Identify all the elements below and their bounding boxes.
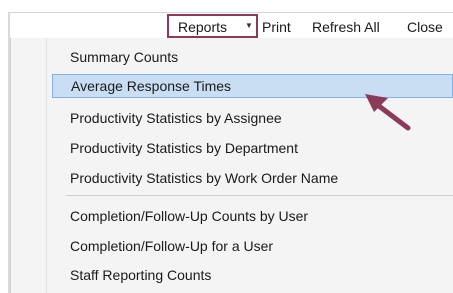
toolbar: Reports ▼ Print Refresh All Close xyxy=(10,12,453,39)
menu-separator xyxy=(66,195,453,196)
reports-label: Reports xyxy=(178,19,228,35)
menu-item-average-response-times[interactable]: Average Response Times xyxy=(52,74,453,98)
menu-item-productivity-by-work-order-name[interactable]: Productivity Statistics by Work Order Na… xyxy=(52,166,453,190)
dropdown-caret-icon: ▼ xyxy=(245,21,253,30)
menu-item-completion-for-a-user[interactable]: Completion/Follow-Up for a User xyxy=(52,234,453,258)
print-button[interactable]: Print xyxy=(262,17,291,37)
menu-item-staff-reporting-counts[interactable]: Staff Reporting Counts xyxy=(52,263,453,287)
menu-item-completion-counts-by-user[interactable]: Completion/Follow-Up Counts by User xyxy=(52,204,453,228)
menu-item-summary-counts[interactable]: Summary Counts xyxy=(52,45,453,69)
menu-item-label: Productivity Statistics by Work Order Na… xyxy=(70,170,339,186)
menu-item-label: Completion/Follow-Up for a User xyxy=(70,238,274,254)
reports-menu-button[interactable]: Reports ▼ xyxy=(167,14,258,38)
menu-item-label: Staff Reporting Counts xyxy=(70,267,212,283)
menu-item-label: Average Response Times xyxy=(71,78,232,94)
menu-item-label: Summary Counts xyxy=(70,49,179,65)
menu-item-label: Productivity Statistics by Department xyxy=(70,140,298,156)
refresh-all-button[interactable]: Refresh All xyxy=(312,17,380,37)
menu-icon-gutter xyxy=(46,38,47,293)
application-window: Reports ▼ Print Refresh All Close Summar… xyxy=(0,0,453,293)
menu-item-label: Completion/Follow-Up Counts by User xyxy=(70,208,309,224)
menu-item-label: Productivity Statistics by Assignee xyxy=(70,110,282,126)
menu-item-productivity-by-department[interactable]: Productivity Statistics by Department xyxy=(52,136,453,160)
close-button[interactable]: Close xyxy=(407,17,443,37)
menu-item-productivity-by-assignee[interactable]: Productivity Statistics by Assignee xyxy=(52,106,453,130)
